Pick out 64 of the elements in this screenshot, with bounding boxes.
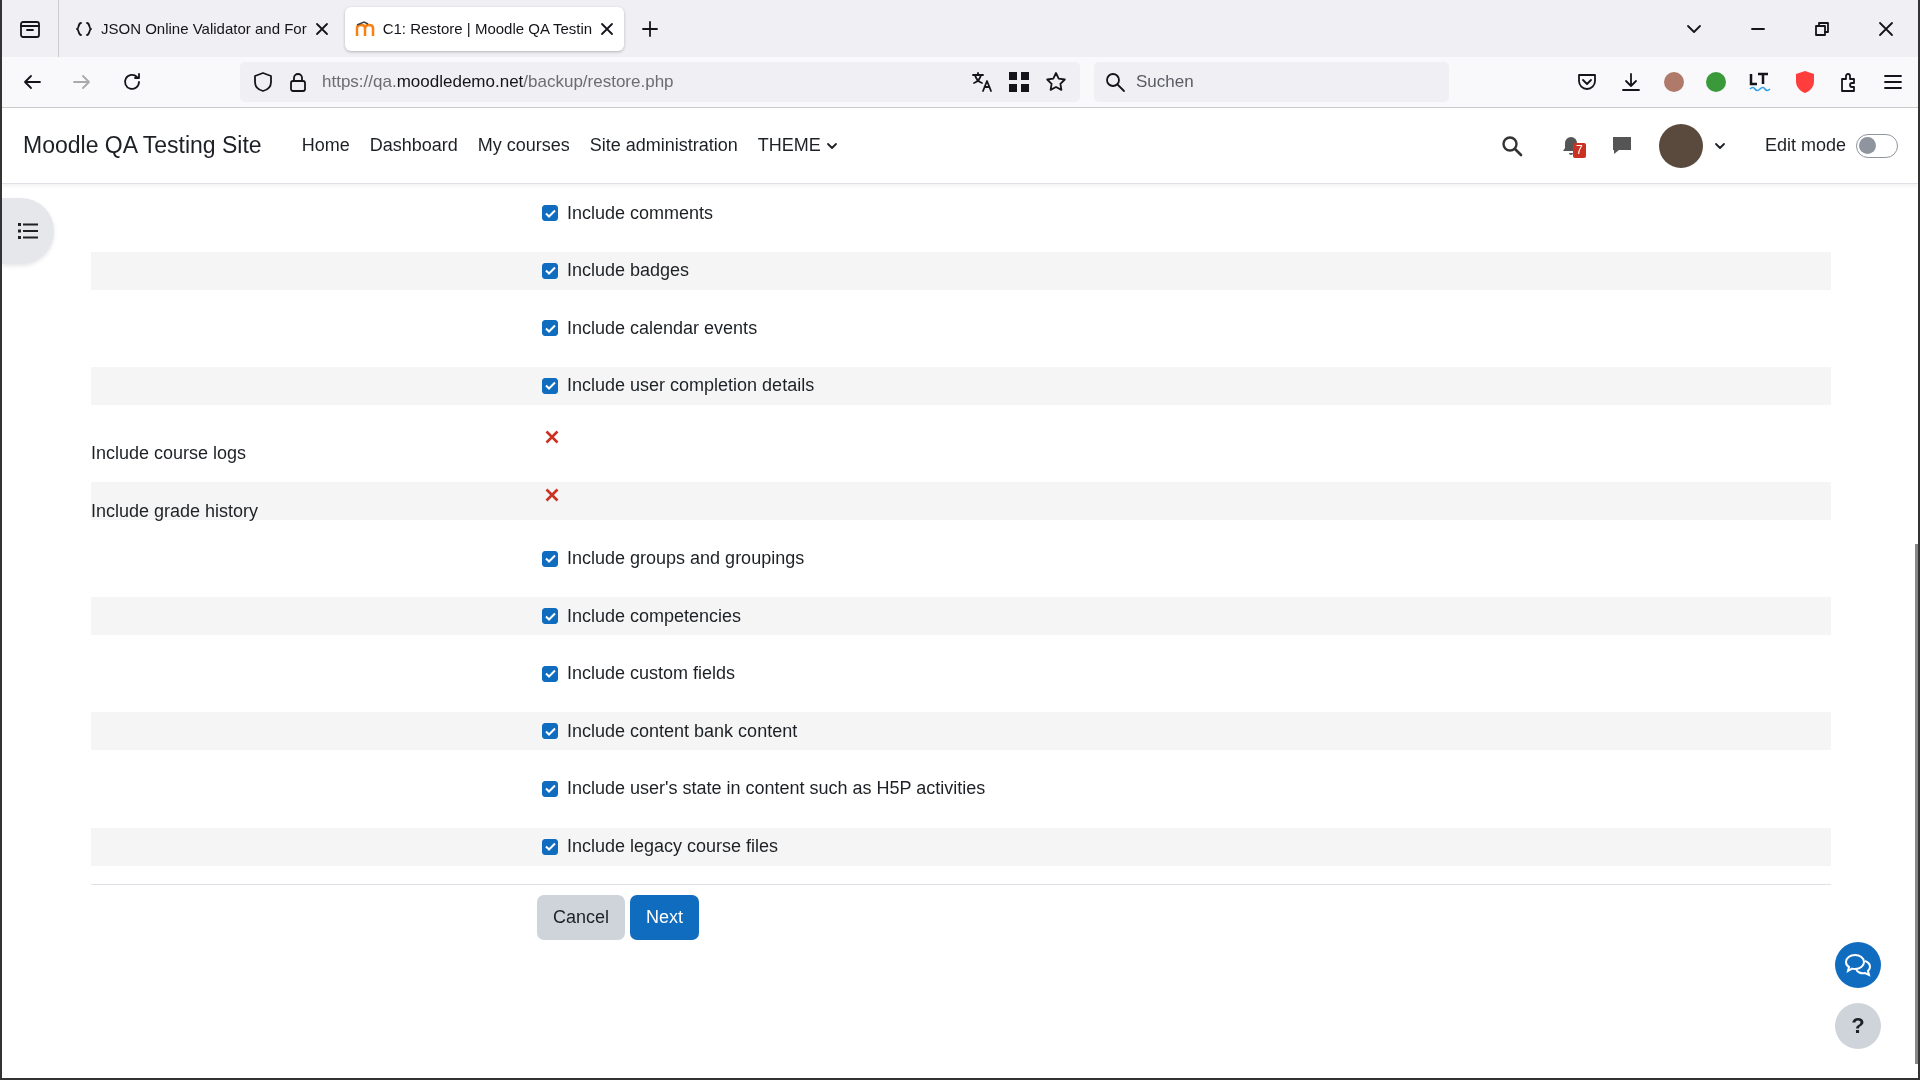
checkbox-option[interactable]: Include user's state in content such as H5P activities: [542, 778, 986, 800]
scrollbar[interactable]: [1915, 544, 1918, 1064]
course-index-button[interactable]: [2, 198, 54, 264]
help-button[interactable]: ?: [1835, 1003, 1881, 1049]
setting-label: Include grade history: [91, 500, 259, 521]
shield-icon: [252, 71, 274, 93]
checkbox[interactable]: [542, 205, 558, 221]
checkbox-option[interactable]: Include groups and groupings: [542, 548, 805, 570]
download-icon[interactable]: [1620, 71, 1642, 93]
checkbox-option[interactable]: Include calendar events: [542, 317, 758, 339]
notifications-button[interactable]: 7: [1560, 130, 1591, 161]
list-icon: [18, 223, 38, 239]
checkbox[interactable]: [542, 665, 558, 682]
edit-mode-label: Edit mode: [1764, 135, 1846, 156]
checkbox-option[interactable]: Include user completion details: [542, 375, 815, 397]
message-icon[interactable]: [1610, 134, 1633, 157]
checkbox[interactable]: [542, 377, 558, 394]
search-icon: [1104, 71, 1126, 93]
search-field[interactable]: Suchen: [1094, 62, 1449, 102]
checkbox[interactable]: [542, 780, 558, 797]
extension-icon[interactable]: [1664, 72, 1684, 92]
checkbox-option[interactable]: Include custom fields: [542, 663, 736, 685]
browser-tab[interactable]: C1: Restore | Moodle QA Testin: [344, 6, 625, 51]
translate-icon[interactable]: [970, 70, 994, 94]
url-text: https://qa.moodledemo.net/backup/restore.php: [322, 72, 675, 92]
checkbox[interactable]: [542, 320, 558, 337]
search-icon[interactable]: [1500, 134, 1523, 157]
nav-link[interactable]: My courses: [477, 135, 570, 156]
shield-icon[interactable]: [1794, 70, 1816, 94]
checkbox-option[interactable]: Include legacy course files: [542, 836, 779, 858]
address-bar[interactable]: https://qa.moodledemo.net/backup/restore.php: [240, 62, 1080, 102]
checkbox[interactable]: [542, 838, 558, 855]
nav-link[interactable]: Site administration: [589, 135, 738, 156]
nav-link[interactable]: Dashboard: [369, 135, 458, 156]
next-button[interactable]: Next: [630, 895, 700, 941]
nav-link[interactable]: Home: [301, 135, 350, 156]
moodle-logo-icon: [354, 20, 375, 37]
browser-tab[interactable]: JSON Online Validator and For: [65, 6, 339, 51]
bookmark-star-icon[interactable]: [1044, 70, 1068, 94]
nav-link[interactable]: THEME: [757, 135, 838, 156]
braces-icon: [75, 19, 93, 38]
site-name[interactable]: Moodle QA Testing Site: [23, 132, 262, 159]
checkbox[interactable]: [542, 262, 558, 279]
lock-icon: [288, 71, 308, 93]
close-tab-icon[interactable]: [600, 21, 615, 36]
chat-bubbles-icon: [1844, 953, 1872, 977]
checkbox[interactable]: [542, 608, 558, 625]
cross-icon: [545, 487, 559, 502]
checkbox[interactable]: [542, 550, 558, 567]
pocket-icon[interactable]: [1576, 71, 1598, 93]
checkbox-option[interactable]: Include badges: [542, 260, 690, 282]
chat-button[interactable]: [1835, 942, 1881, 988]
checkbox-option[interactable]: Include competencies: [542, 605, 742, 627]
setting-label: Include course logs: [91, 443, 247, 464]
new-tab-icon[interactable]: [640, 18, 661, 39]
checkbox-option[interactable]: Include content bank content: [542, 720, 798, 742]
extension-icon[interactable]: [1706, 72, 1726, 92]
languagetool-icon[interactable]: [1748, 71, 1772, 93]
close-tab-icon[interactable]: [314, 21, 329, 36]
checkbox[interactable]: [542, 723, 558, 740]
cancel-button[interactable]: Cancel: [537, 895, 626, 941]
checkbox-option[interactable]: Include comments: [542, 202, 714, 224]
cross-icon: [545, 430, 559, 445]
qr-code-icon[interactable]: [1008, 71, 1030, 93]
